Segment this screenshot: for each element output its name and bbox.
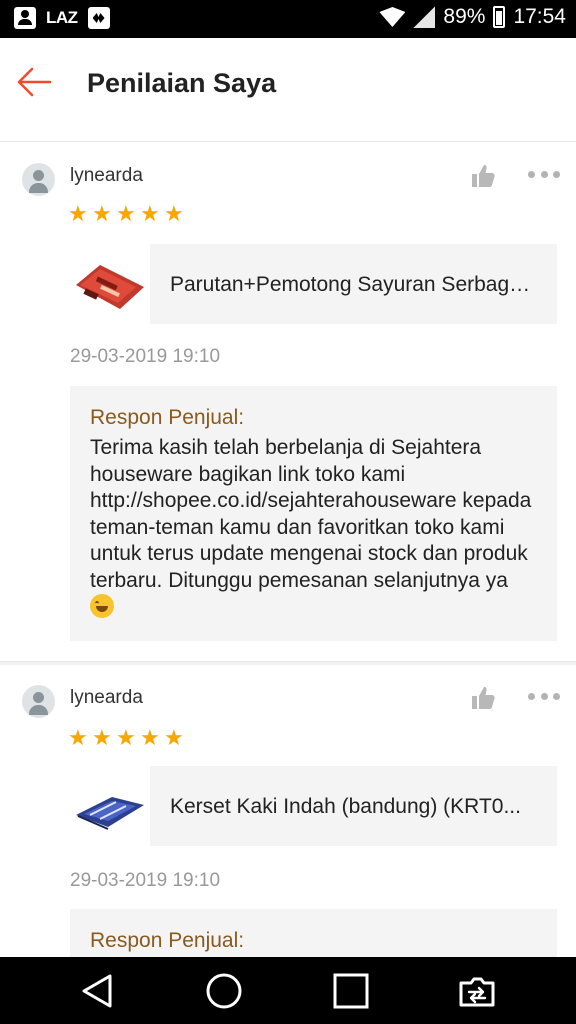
square-recents-icon[interactable] bbox=[331, 971, 371, 1011]
star-icon: ★ bbox=[68, 201, 88, 226]
signal-icon bbox=[413, 6, 436, 28]
username[interactable]: lynearda bbox=[70, 165, 143, 187]
product-thumbnail[interactable] bbox=[70, 775, 148, 837]
seller-response: Respon Penjual: Terima kasih telah berbe… bbox=[70, 386, 557, 641]
avatar[interactable] bbox=[22, 685, 55, 718]
circle-home-icon[interactable] bbox=[204, 971, 244, 1011]
star-icon: ★ bbox=[140, 201, 160, 226]
back-button[interactable] bbox=[14, 62, 58, 106]
more-horizontal-icon[interactable] bbox=[528, 693, 560, 703]
game-controller-icon bbox=[87, 7, 110, 29]
battery-percent: 89% bbox=[443, 5, 486, 28]
system-nav-bar bbox=[0, 957, 576, 1024]
clock: 17:54 bbox=[513, 5, 566, 28]
product-link[interactable]: Parutan+Pemotong Sayuran Serbaguna bbox=[150, 244, 557, 324]
thumbs-up-icon[interactable] bbox=[470, 163, 496, 189]
product-thumbnail[interactable] bbox=[70, 253, 148, 315]
status-right: 89% 17:54 bbox=[379, 5, 566, 29]
smiling-emoji-icon bbox=[90, 594, 114, 618]
wifi-icon bbox=[379, 7, 406, 27]
battery-icon bbox=[493, 6, 506, 28]
star-icon: ★ bbox=[164, 201, 184, 226]
screen-switch-icon[interactable] bbox=[457, 971, 497, 1011]
star-icon: ★ bbox=[140, 725, 160, 750]
page-title: Penilaian Saya bbox=[87, 68, 277, 98]
contact-card-icon bbox=[14, 7, 36, 29]
product-name: Parutan+Pemotong Sayuran Serbaguna bbox=[170, 273, 540, 296]
star-rating: ★ ★ ★ ★ ★ bbox=[68, 201, 185, 226]
arrow-left-icon bbox=[17, 67, 52, 97]
review-card: lynearda ★ ★ ★ ★ ★ Parutan+Pemotong Sayu… bbox=[0, 143, 576, 663]
thumbs-up-icon[interactable] bbox=[470, 685, 496, 711]
seller-response-text: Terima kasih telah berbelanja di Sejahte… bbox=[90, 435, 537, 621]
avatar[interactable] bbox=[22, 163, 55, 196]
status-left: LAZ bbox=[14, 7, 110, 29]
seller-response-title: Respon Penjual: bbox=[90, 929, 245, 952]
laz-label: LAZ bbox=[46, 8, 78, 27]
star-icon: ★ bbox=[116, 201, 136, 226]
star-icon: ★ bbox=[116, 725, 136, 750]
star-rating: ★ ★ ★ ★ ★ bbox=[68, 725, 185, 750]
star-icon: ★ bbox=[92, 201, 112, 226]
product-name: Kerset Kaki Indah (bandung) (KRT0... bbox=[170, 795, 521, 818]
username[interactable]: lynearda bbox=[70, 687, 143, 709]
more-horizontal-icon[interactable] bbox=[528, 171, 560, 181]
star-icon: ★ bbox=[68, 725, 88, 750]
star-icon: ★ bbox=[164, 725, 184, 750]
triangle-back-icon[interactable] bbox=[78, 971, 118, 1011]
seller-response-title: Respon Penjual: bbox=[90, 406, 245, 429]
review-timestamp: 29-03-2019 19:10 bbox=[70, 870, 221, 891]
star-icon: ★ bbox=[92, 725, 112, 750]
status-bar: LAZ 89% 17:54 bbox=[0, 0, 576, 38]
review-timestamp: 29-03-2019 19:10 bbox=[70, 346, 221, 367]
seller-response-body: Terima kasih telah berbelanja di Sejahte… bbox=[90, 436, 532, 592]
product-link[interactable]: Kerset Kaki Indah (bandung) (KRT0... bbox=[150, 766, 557, 846]
review-card: lynearda ★ ★ ★ ★ ★ Kerset Kaki Indah (ba… bbox=[0, 665, 576, 978]
app-screen: LAZ 89% 17:54 Penilaian Saya lynearda ★ bbox=[0, 0, 576, 1024]
app-bar: Penilaian Saya bbox=[0, 38, 576, 142]
